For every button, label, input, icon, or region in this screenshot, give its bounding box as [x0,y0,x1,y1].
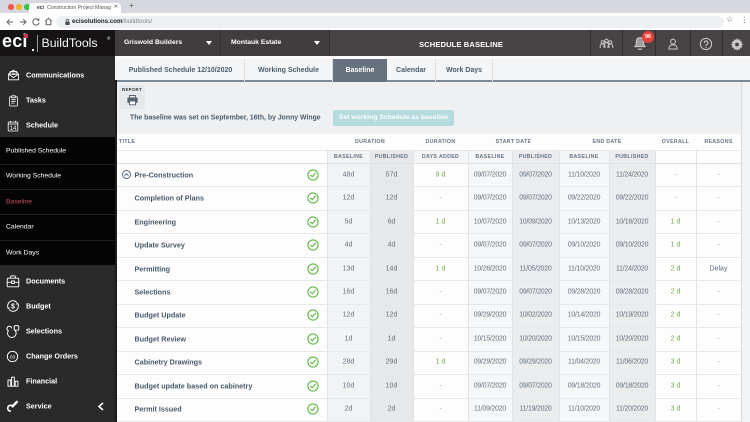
svg-text:co: co [10,354,16,360]
svg-text:$: $ [11,304,15,311]
svg-text:14: 14 [10,125,17,131]
